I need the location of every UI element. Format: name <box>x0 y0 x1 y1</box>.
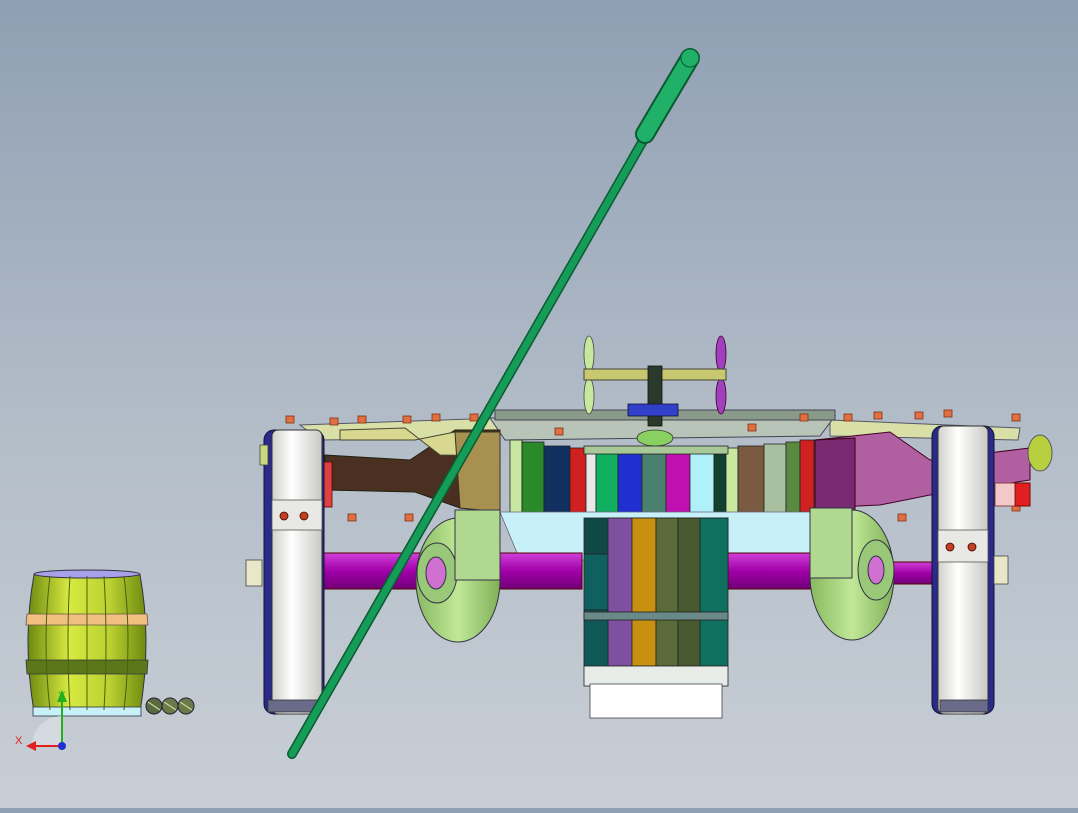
triad-y-label: Y <box>58 690 66 702</box>
triad-x-label: X <box>15 735 23 747</box>
cad-graphics-viewport[interactable]: Y X <box>0 0 1078 808</box>
center-gearbox-upper <box>509 439 815 525</box>
left-cam-disk <box>415 509 501 643</box>
barrel-icon[interactable] <box>25 569 149 717</box>
model-canvas[interactable]: Y X <box>0 0 1078 808</box>
center-gearbox-lower <box>583 517 729 719</box>
left-wheel <box>245 429 325 715</box>
weight-balls-icon[interactable] <box>145 697 195 715</box>
right-cam-disk <box>809 507 895 641</box>
cart-assembly-icon[interactable] <box>245 335 1053 719</box>
